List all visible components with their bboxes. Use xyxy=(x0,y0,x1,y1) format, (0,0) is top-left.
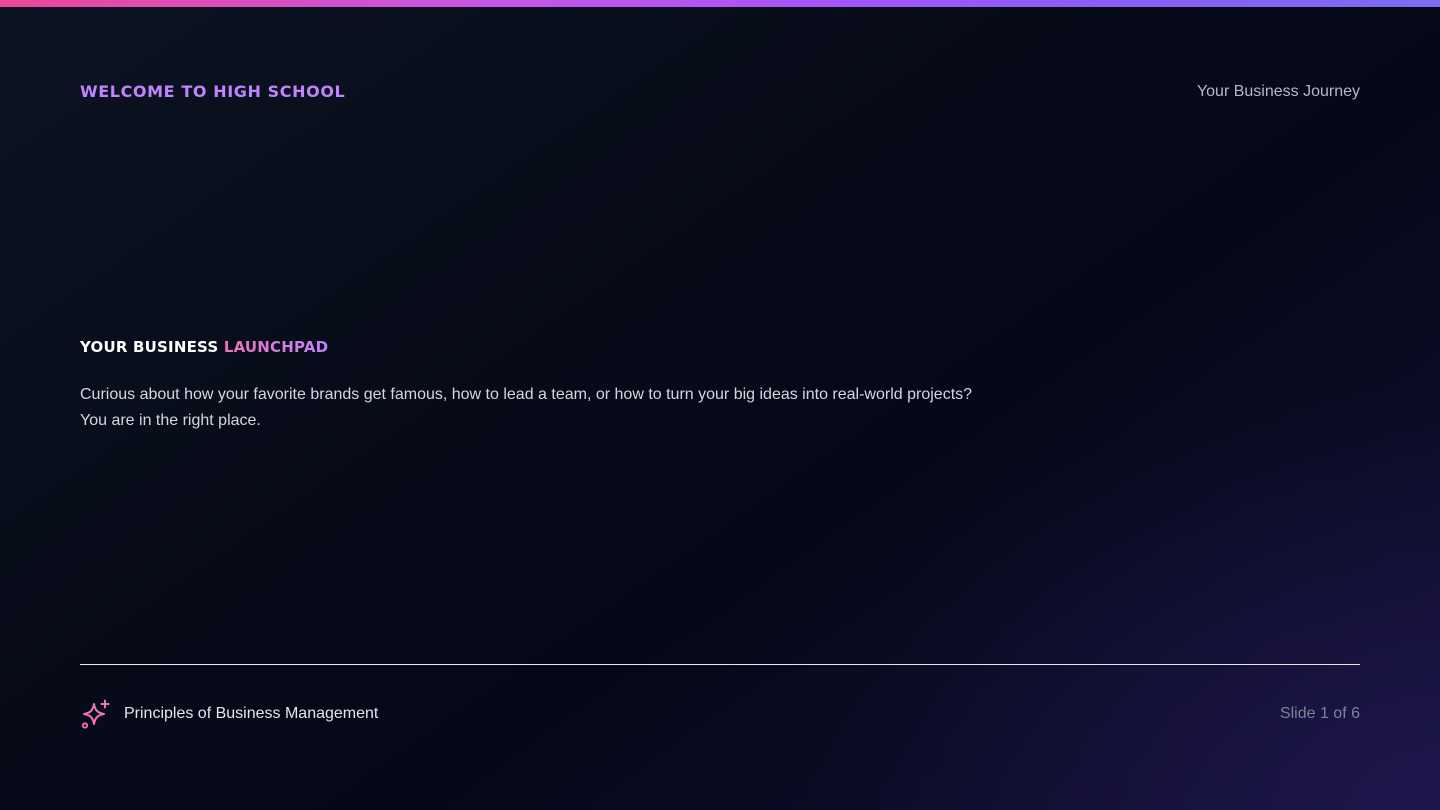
course-name: Principles of Business Management xyxy=(124,705,379,722)
slide-counter: Slide 1 of 6 xyxy=(1279,705,1360,722)
journey-label: Your Business Journey xyxy=(1196,83,1360,100)
slide-title: YOUR BUSINESS LAUNCHPAD xyxy=(80,338,328,356)
top-accent-bar xyxy=(0,0,1440,7)
slide-kicker: WELCOME TO HIGH SCHOOL xyxy=(80,82,346,101)
footer-course: Principles of Business Management xyxy=(80,697,378,731)
slide-title-accent: LAUNCHPAD xyxy=(223,338,329,356)
footer-divider xyxy=(80,664,1360,665)
sparkle-icon xyxy=(81,699,110,729)
slide-title-main: YOUR BUSINESS xyxy=(80,338,219,356)
intro-paragraph: Curious about how your favorite brands g… xyxy=(80,386,973,429)
slide: WELCOME TO HIGH SCHOOL Your Business Jou… xyxy=(0,0,1440,810)
